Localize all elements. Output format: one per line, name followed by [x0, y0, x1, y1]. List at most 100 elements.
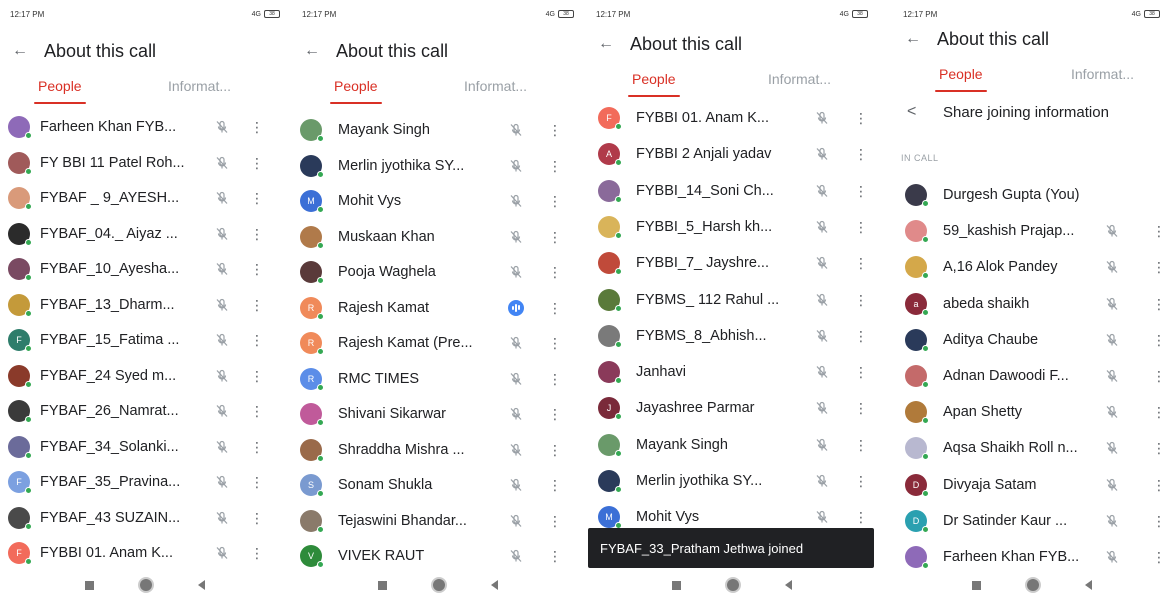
participant-row[interactable]: Durgesh Gupta (You) [893, 177, 1170, 213]
more-options-icon[interactable]: ⋮ [1152, 223, 1166, 239]
participant-row[interactable]: M Mohit Vys ⋮ [292, 183, 584, 219]
participant-row[interactable]: Apan Shetty ⋮ [893, 394, 1170, 430]
mic-off-icon[interactable] [1104, 477, 1120, 493]
tab-people[interactable]: People [330, 78, 382, 104]
mic-off-icon[interactable] [1104, 296, 1120, 312]
mic-off-icon[interactable] [508, 158, 524, 174]
home-icon[interactable] [727, 579, 739, 591]
participant-row[interactable]: S Sonam Shukla ⋮ [292, 467, 584, 503]
mic-off-icon[interactable] [814, 110, 830, 126]
more-options-icon[interactable]: ⋮ [854, 328, 868, 344]
mic-off-icon[interactable] [1104, 259, 1120, 275]
mic-off-icon[interactable] [814, 183, 830, 199]
more-options-icon[interactable]: ⋮ [250, 403, 264, 419]
more-options-icon[interactable]: ⋮ [548, 158, 562, 174]
participant-row[interactable]: FYBMS_ 112 Rahul ... ⋮ [586, 282, 878, 318]
more-options-icon[interactable]: ⋮ [1152, 549, 1166, 565]
participant-row[interactable]: FYBAF _ 9_AYESH... ⋮ [0, 180, 290, 216]
more-options-icon[interactable]: ⋮ [548, 122, 562, 138]
more-options-icon[interactable]: ⋮ [548, 335, 562, 351]
participant-row[interactable]: F FYBBI 01. Anam K... ⋮ [0, 535, 290, 571]
recent-apps-icon[interactable] [378, 580, 387, 590]
mic-off-icon[interactable] [214, 439, 230, 455]
participant-row[interactable]: Aqsa Shaikh Roll n... ⋮ [893, 430, 1170, 466]
more-options-icon[interactable]: ⋮ [1152, 368, 1166, 384]
mic-off-icon[interactable] [814, 255, 830, 271]
more-options-icon[interactable]: ⋮ [854, 473, 868, 489]
more-options-icon[interactable]: ⋮ [1152, 332, 1166, 348]
more-options-icon[interactable]: ⋮ [250, 474, 264, 490]
tab-people[interactable]: People [628, 71, 680, 97]
mic-off-icon[interactable] [814, 473, 830, 489]
participant-row[interactable]: R Rajesh Kamat ⋮ [292, 290, 584, 326]
mic-off-icon[interactable] [508, 335, 524, 351]
more-options-icon[interactable]: ⋮ [548, 513, 562, 529]
recent-apps-icon[interactable] [971, 580, 981, 590]
participant-row[interactable]: V VIVEK RAUT ⋮ [292, 538, 584, 574]
more-options-icon[interactable]: ⋮ [548, 442, 562, 458]
mic-off-icon[interactable] [214, 332, 230, 348]
more-options-icon[interactable]: ⋮ [854, 509, 868, 525]
tab-information[interactable]: Informat... [464, 78, 527, 94]
mic-off-icon[interactable] [1104, 404, 1120, 420]
mic-off-icon[interactable] [214, 261, 230, 277]
more-options-icon[interactable]: ⋮ [250, 297, 264, 313]
more-options-icon[interactable]: ⋮ [250, 510, 264, 526]
participant-row[interactable]: FYBAF_10_Ayesha... ⋮ [0, 251, 290, 287]
participant-row[interactable]: Aditya Chaube ⋮ [893, 322, 1170, 358]
system-back-icon[interactable] [198, 580, 205, 590]
recent-apps-icon[interactable] [85, 580, 94, 590]
participant-row[interactable]: R RMC TIMES ⋮ [292, 361, 584, 397]
participant-row[interactable]: FYBMS_8_Abhish... ⋮ [586, 318, 878, 354]
more-options-icon[interactable]: ⋮ [250, 439, 264, 455]
participant-row[interactable]: Tejaswini Bhandar... ⋮ [292, 503, 584, 539]
home-icon[interactable] [1026, 579, 1039, 591]
participant-row[interactable]: FYBBI_5_Harsh kh... ⋮ [586, 209, 878, 245]
mic-off-icon[interactable] [214, 190, 230, 206]
more-options-icon[interactable]: ⋮ [548, 548, 562, 564]
more-options-icon[interactable]: ⋮ [854, 292, 868, 308]
tab-information[interactable]: Informat... [768, 71, 831, 87]
participant-row[interactable]: FYBAF_13_Dharm... ⋮ [0, 287, 290, 323]
mic-off-icon[interactable] [508, 193, 524, 209]
participant-row[interactable]: Adnan Dawoodi F... ⋮ [893, 358, 1170, 394]
tab-people[interactable]: People [935, 66, 987, 92]
back-arrow-icon[interactable]: ← [893, 30, 933, 48]
mic-off-icon[interactable] [814, 292, 830, 308]
participant-row[interactable]: F FYBAF_35_Pravina... ⋮ [0, 464, 290, 500]
tab-information[interactable]: Informat... [1071, 66, 1134, 82]
participant-row[interactable]: FYBBI_14_Soni Ch... ⋮ [586, 173, 878, 209]
tab-information[interactable]: Informat... [168, 78, 231, 94]
home-icon[interactable] [433, 579, 445, 591]
mic-off-icon[interactable] [214, 155, 230, 171]
mic-off-icon[interactable] [508, 406, 524, 422]
more-options-icon[interactable]: ⋮ [250, 368, 264, 384]
mic-off-icon[interactable] [508, 229, 524, 245]
participant-row[interactable]: FYBAF_43 SUZAIN... ⋮ [0, 500, 290, 536]
mic-off-icon[interactable] [814, 219, 830, 235]
participant-row[interactable]: FYBAF_04._ Aiyaz ... ⋮ [0, 216, 290, 252]
mic-off-icon[interactable] [814, 437, 830, 453]
more-options-icon[interactable]: ⋮ [250, 119, 264, 135]
mic-off-icon[interactable] [814, 364, 830, 380]
participant-row[interactable]: J Jayashree Parmar ⋮ [586, 390, 878, 426]
mic-off-icon[interactable] [508, 442, 524, 458]
more-options-icon[interactable]: ⋮ [854, 400, 868, 416]
share-joining-info[interactable]: < Share joining information [893, 96, 1170, 128]
more-options-icon[interactable]: ⋮ [250, 190, 264, 206]
more-options-icon[interactable]: ⋮ [548, 264, 562, 280]
system-back-icon[interactable] [1084, 580, 1092, 590]
system-back-icon[interactable] [785, 580, 792, 590]
system-back-icon[interactable] [491, 580, 498, 590]
more-options-icon[interactable]: ⋮ [548, 406, 562, 422]
mic-off-icon[interactable] [508, 371, 524, 387]
mic-off-icon[interactable] [1104, 332, 1120, 348]
mic-off-icon[interactable] [214, 226, 230, 242]
mic-off-icon[interactable] [1104, 368, 1120, 384]
mic-off-icon[interactable] [814, 400, 830, 416]
participant-row[interactable]: D Dr Satinder Kaur ... ⋮ [893, 503, 1170, 539]
mic-off-icon[interactable] [214, 297, 230, 313]
mic-off-icon[interactable] [214, 510, 230, 526]
more-options-icon[interactable]: ⋮ [548, 477, 562, 493]
more-options-icon[interactable]: ⋮ [250, 261, 264, 277]
